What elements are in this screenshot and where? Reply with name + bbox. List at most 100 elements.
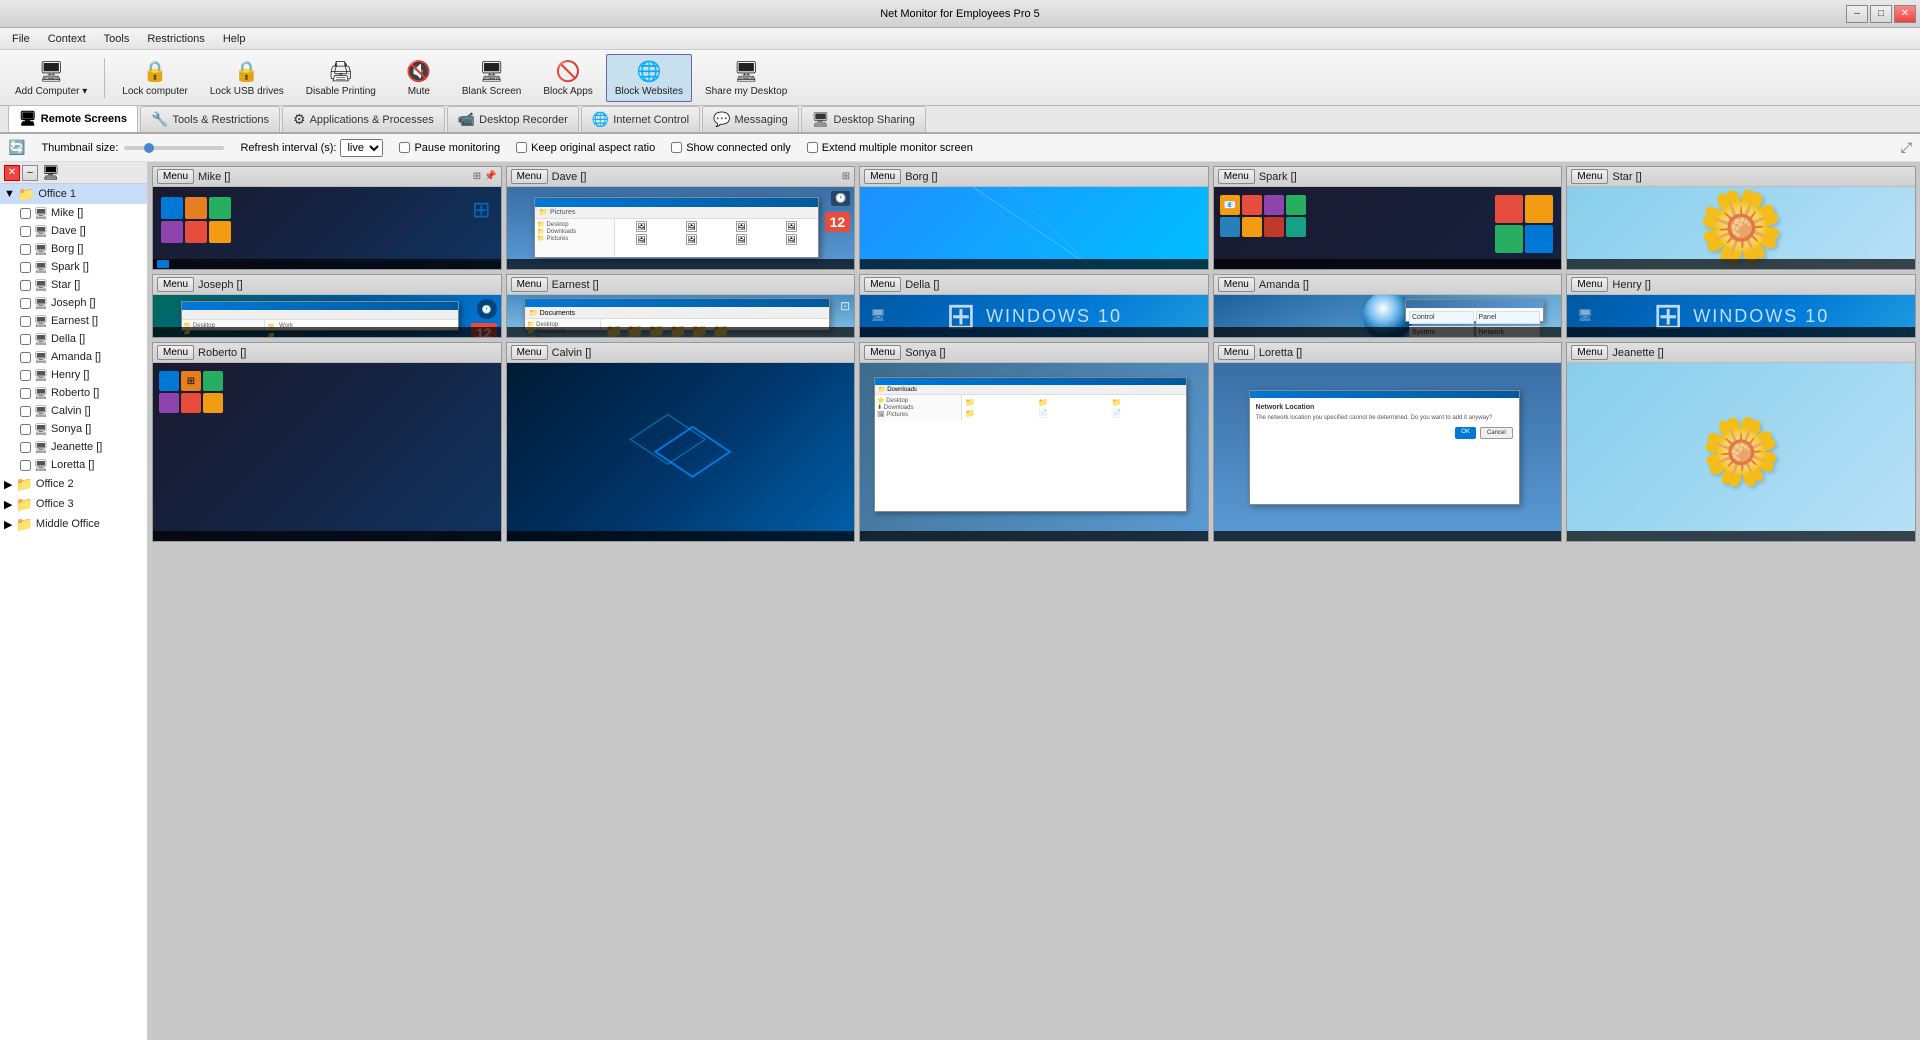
sidebar-item-star[interactable]: 🖥 Star [] <box>0 276 147 294</box>
sidebar-group-office2[interactable]: ▶ 📁 Office 2 <box>0 474 147 494</box>
expand-button[interactable]: ⤢ <box>1901 139 1912 156</box>
borg-checkbox[interactable] <box>20 244 31 255</box>
sidebar-item-della[interactable]: 🖥 Della [] <box>0 330 147 348</box>
borg-menu-button[interactable]: Menu <box>864 169 901 184</box>
screen-borg[interactable]: Menu Borg [] <box>859 166 1209 270</box>
refresh-select[interactable]: live 1 2 5 10 <box>340 139 383 157</box>
dave-checkbox[interactable] <box>20 226 31 237</box>
jeanette-menu-button[interactable]: Menu <box>1571 345 1608 360</box>
screen-mike[interactable]: Menu Mike [] ⊞ 📌 ⊞ <box>152 166 502 270</box>
tab-tools-restrictions[interactable]: 🔧 Tools & Restrictions <box>140 106 280 132</box>
roberto-menu-button[interactable]: Menu <box>157 345 194 360</box>
screen-della[interactable]: Menu Della [] ⊞ WINDOWS 10 🖥 <box>859 274 1209 338</box>
menu-restrictions[interactable]: Restrictions <box>139 31 212 47</box>
menu-tools[interactable]: Tools <box>96 31 138 47</box>
blank-screen-button[interactable]: 🖥 Blank Screen <box>453 54 530 102</box>
group-office1-label: Office 1 <box>38 188 76 200</box>
tab-internet-control[interactable]: 🌐 Internet Control <box>581 106 700 132</box>
calvin-checkbox[interactable] <box>20 406 31 417</box>
star-checkbox[interactable] <box>20 280 31 291</box>
lock-usb-icon: 🔒 <box>234 59 259 84</box>
sidebar-item-spark[interactable]: 🖥 Spark [] <box>0 258 147 276</box>
share-desktop-button[interactable]: 🖥 Share my Desktop <box>696 54 796 102</box>
tab-desktop-recorder[interactable]: 📹 Desktop Recorder <box>447 106 579 132</box>
earnest-checkbox[interactable] <box>20 316 31 327</box>
sidebar-close-button[interactable]: ✕ <box>4 165 20 181</box>
thumbnail-slider[interactable] <box>124 146 224 150</box>
tab-remote-screens[interactable]: 🖥 Remote Screens <box>8 105 138 132</box>
show-connected-checkbox[interactable] <box>671 142 682 153</box>
calvin-menu-button[interactable]: Menu <box>511 345 548 360</box>
henry-checkbox[interactable] <box>20 370 31 381</box>
block-apps-button[interactable]: 🚫 Block Apps <box>534 54 601 102</box>
tab-messaging[interactable]: 💬 Messaging <box>702 106 799 132</box>
sidebar-item-calvin[interactable]: 🖥 Calvin [] <box>0 402 147 420</box>
mike-checkbox[interactable] <box>20 208 31 219</box>
earnest-menu-button[interactable]: Menu <box>511 277 548 292</box>
disable-printing-button[interactable]: 🖨 Disable Printing <box>297 54 385 102</box>
mute-button[interactable]: 🔇 Mute <box>389 54 449 102</box>
menu-context[interactable]: Context <box>40 31 94 47</box>
joseph-menu-button[interactable]: Menu <box>157 277 194 292</box>
tab-applications-processes[interactable]: ⚙ Applications & Processes <box>282 106 445 132</box>
sonya-menu-button[interactable]: Menu <box>864 345 901 360</box>
sidebar-group-office3[interactable]: ▶ 📁 Office 3 <box>0 494 147 514</box>
add-computer-button[interactable]: 🖥 Add Computer ▾ <box>6 54 96 102</box>
sidebar-item-borg[interactable]: 🖥 Borg [] <box>0 240 147 258</box>
loretta-checkbox[interactable] <box>20 460 31 471</box>
screen-loretta[interactable]: Menu Loretta [] Network Location The net… <box>1213 342 1563 542</box>
sidebar-item-dave[interactable]: 🖥 Dave [] <box>0 222 147 240</box>
screen-jeanette[interactable]: Menu Jeanette [] 🌼 <box>1566 342 1916 542</box>
minimize-button[interactable]: – <box>1846 5 1868 23</box>
star-menu-button[interactable]: Menu <box>1571 169 1608 184</box>
joseph-checkbox[interactable] <box>20 298 31 309</box>
menu-file[interactable]: File <box>4 31 38 47</box>
sonya-checkbox[interactable] <box>20 424 31 435</box>
sidebar-item-amanda[interactable]: 🖥 Amanda [] <box>0 348 147 366</box>
sidebar-item-henry[interactable]: 🖥 Henry [] <box>0 366 147 384</box>
sidebar-item-mike[interactable]: 🖥 Mike [] <box>0 204 147 222</box>
screen-spark-header: Menu Spark [] <box>1214 167 1562 187</box>
sidebar-item-sonya[interactable]: 🖥 Sonya [] <box>0 420 147 438</box>
lock-computer-button[interactable]: 🔒 Lock computer <box>113 54 197 102</box>
della-checkbox[interactable] <box>20 334 31 345</box>
roberto-checkbox[interactable] <box>20 388 31 399</box>
sidebar-item-earnest[interactable]: 🖥 Earnest [] <box>0 312 147 330</box>
sidebar-group-middle-office[interactable]: ▶ 📁 Middle Office <box>0 514 147 534</box>
screen-earnest[interactable]: Menu Earnest [] ⊡ 📁 Documents 📁 Desktop … <box>506 274 856 338</box>
close-button[interactable]: ✕ <box>1894 5 1916 23</box>
maximize-button[interactable]: □ <box>1870 5 1892 23</box>
della-menu-button[interactable]: Menu <box>864 277 901 292</box>
sidebar-item-jeanette[interactable]: 🖥 Jeanette [] <box>0 438 147 456</box>
tab-desktop-sharing[interactable]: 🖥 Desktop Sharing <box>801 106 926 132</box>
block-websites-button[interactable]: 🌐 Block Websites <box>606 54 692 102</box>
screen-amanda[interactable]: Menu Amanda [] Control Panel Syst <box>1213 274 1563 338</box>
sidebar-item-joseph[interactable]: 🖥 Joseph [] <box>0 294 147 312</box>
screen-roberto[interactable]: Menu Roberto [] ⊞ <box>152 342 502 542</box>
pause-monitoring-checkbox[interactable] <box>399 142 410 153</box>
screen-joseph[interactable]: Menu Joseph [] 🕐 12 📁 Desktop 📁 Downlo <box>152 274 502 338</box>
henry-menu-button[interactable]: Menu <box>1571 277 1608 292</box>
jeanette-checkbox[interactable] <box>20 442 31 453</box>
screen-spark[interactable]: Menu Spark [] 📧 <box>1213 166 1563 270</box>
screen-dave[interactable]: Menu Dave [] ⊞ 🕐 12 📁 Pictures <box>506 166 856 270</box>
screen-sonya[interactable]: Menu Sonya [] 📁 Downloads ⭐ Desktop ⬇ Do… <box>859 342 1209 542</box>
amanda-checkbox[interactable] <box>20 352 31 363</box>
spark-checkbox[interactable] <box>20 262 31 273</box>
spark-menu-button[interactable]: Menu <box>1218 169 1255 184</box>
screen-henry[interactable]: Menu Henry [] ⊞ WINDOWS 10 🖥 <box>1566 274 1916 338</box>
sidebar-group-office1[interactable]: ▼ 📁 Office 1 <box>0 184 147 204</box>
mike-menu-button[interactable]: Menu <box>157 169 194 184</box>
screen-star[interactable]: Menu Star [] 🌼 <box>1566 166 1916 270</box>
menu-help[interactable]: Help <box>215 31 254 47</box>
dave-menu-button[interactable]: Menu <box>511 169 548 184</box>
sidebar-min-button[interactable]: – <box>22 165 38 181</box>
extend-monitor-checkbox[interactable] <box>807 142 818 153</box>
amanda-menu-button[interactable]: Menu <box>1218 277 1255 292</box>
loretta-menu-button[interactable]: Menu <box>1218 345 1255 360</box>
keep-aspect-checkbox[interactable] <box>516 142 527 153</box>
sidebar-item-roberto[interactable]: 🖥 Roberto [] <box>0 384 147 402</box>
sidebar-item-loretta[interactable]: 🖥 Loretta [] <box>0 456 147 474</box>
lock-usb-button[interactable]: 🔒 Lock USB drives <box>201 54 293 102</box>
screen-calvin[interactable]: Menu Calvin [] <box>506 342 856 542</box>
